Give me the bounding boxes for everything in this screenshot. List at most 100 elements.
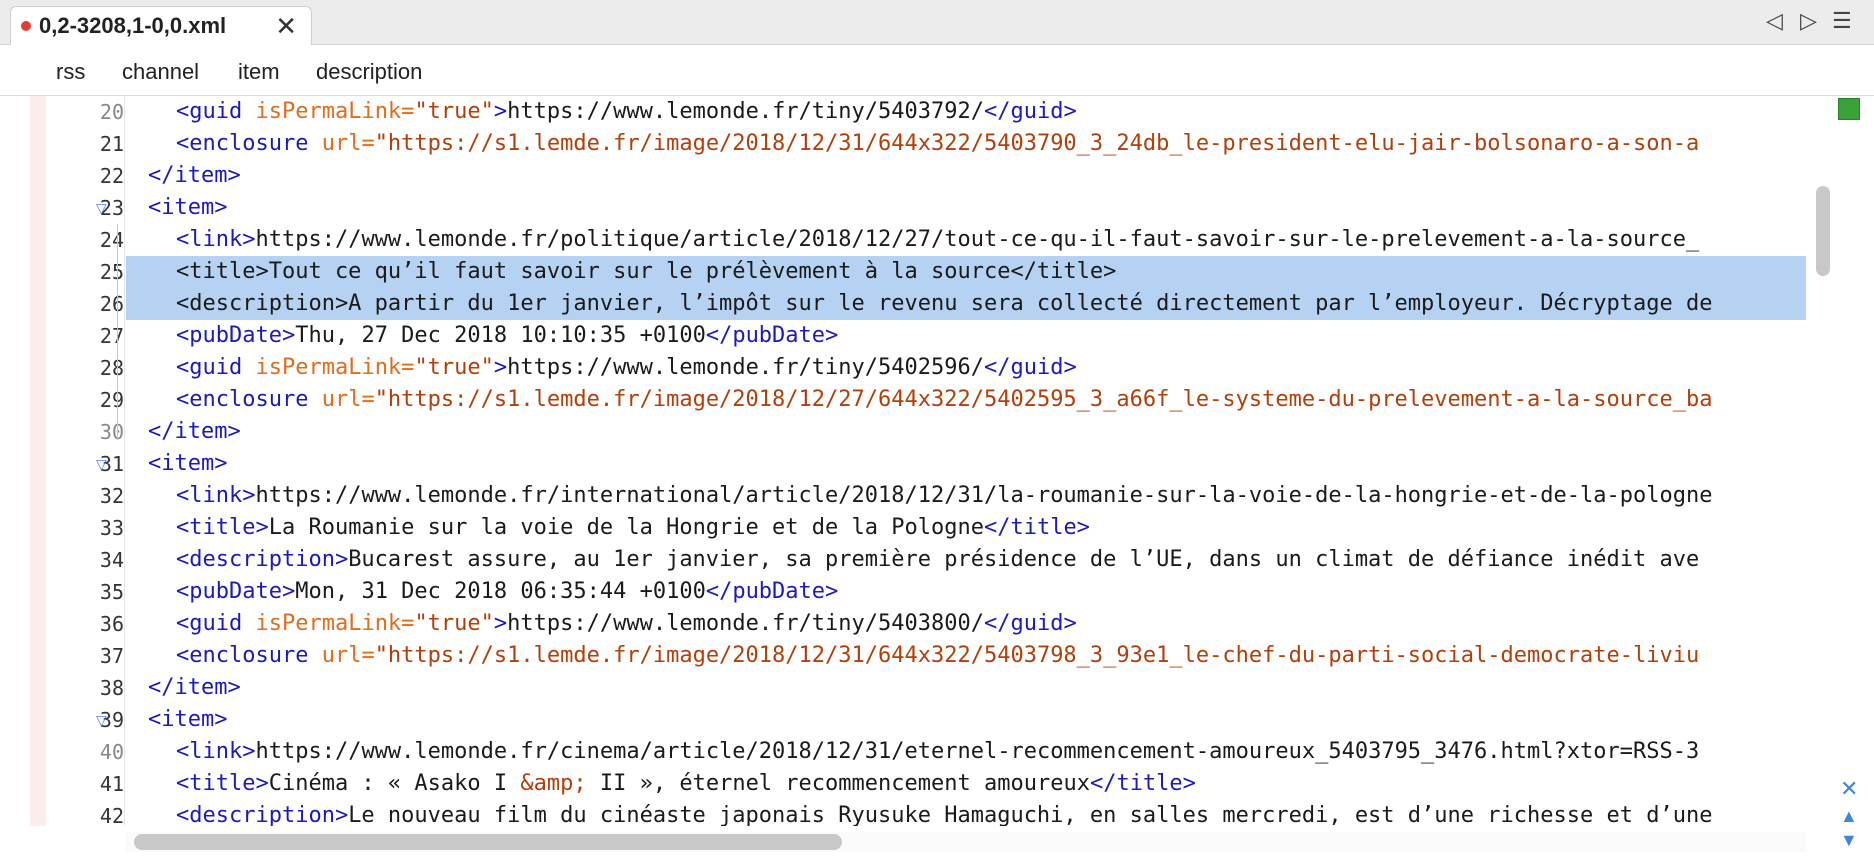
xml-tag: <guid [176,355,256,380]
xml-tag: </item> [148,163,241,188]
breadcrumb-description[interactable]: description [316,59,422,85]
line-number: 35 [99,580,124,604]
fold-toggle-icon[interactable]: ▽ [96,712,107,729]
xml-tag: <enclosure [176,643,322,668]
line-number: 20 [99,100,124,124]
line-number: 36 [99,612,124,636]
close-icon[interactable]: ✕ [275,11,297,42]
tab-bar: 0,2-3208,1-0,0.xml ✕ ◁ ▷ ☰ [0,0,1874,45]
code-line[interactable]: </item> [126,672,1806,704]
xml-text: La Roumanie sur la voie de la Hongrie et… [268,515,984,540]
xml-text: <title>Tout ce qu’il faut savoir sur le … [176,259,1117,284]
line-number: 29 [99,388,124,412]
xml-tag: </pubDate> [705,323,839,348]
line-number: 32 [99,484,124,508]
fold-toggle-icon[interactable]: ▽ [96,456,107,473]
code-line[interactable]: <title>Tout ce qu’il faut savoir sur le … [126,256,1806,288]
clear-markers-icon[interactable]: ✕ [1840,776,1858,802]
fold-toggle-icon[interactable]: ▽ [96,200,107,217]
xml-attribute: url= [321,643,375,668]
xml-text: https://www.lemonde.fr/tiny/5403792/ [507,99,984,124]
horizontal-scrollbar-thumb[interactable] [134,834,842,850]
xml-value: &amp; [520,771,587,796]
code-line[interactable]: <description>Bucarest assure, au 1er jan… [126,544,1806,576]
code-line[interactable]: <title>La Roumanie sur la voie de la Hon… [126,512,1806,544]
xml-tag: <pubDate> [176,579,296,604]
previous-marker-icon[interactable]: ▲ [1840,806,1858,827]
line-number: 38 [99,676,124,700]
code-line[interactable]: <item> [126,192,1806,224]
modified-dot-icon [21,21,31,31]
validation-ok-indicator[interactable] [1838,98,1860,120]
xml-attribute: url= [321,131,375,156]
code-line[interactable]: <guid isPermaLink="true">https://www.lem… [126,96,1806,128]
breadcrumb-rss[interactable]: rss [56,59,85,85]
code-line[interactable]: <description>A partir du 1er janvier, l’… [126,288,1806,320]
line-number: 21 [99,132,124,156]
line-number: 34 [99,548,124,572]
line-number: 25 [99,260,124,284]
fold-range-line [117,224,118,440]
previous-tab-icon[interactable]: ◁ [1766,8,1783,34]
xml-tag: </item> [148,419,241,444]
line-number: 40 [99,740,124,764]
xml-tag: </title> [983,515,1090,540]
code-line[interactable]: <pubDate>Thu, 27 Dec 2018 10:10:35 +0100… [126,320,1806,352]
line-number: 41 [99,772,124,796]
code-line[interactable]: </item> [126,160,1806,192]
xml-tag: </guid> [984,355,1077,380]
xml-value: "https://s1.lemde.fr/image/2018/12/27/64… [374,387,1713,412]
line-number: 33 [99,516,124,540]
xml-tag: <item> [148,451,228,476]
code-line[interactable]: <link>https://www.lemonde.fr/cinema/arti… [126,736,1806,768]
code-line[interactable]: <guid isPermaLink="true">https://www.lem… [126,608,1806,640]
xml-text: Bucarest assure, au 1er janvier, sa prem… [348,547,1700,572]
xml-tag: </item> [148,675,241,700]
xml-text: <description>A partir du 1er janvier, l’… [176,291,1713,316]
xml-tag: <link> [176,227,256,252]
tab-list-menu-icon[interactable]: ☰ [1832,8,1852,34]
xml-value: "true" [414,99,494,124]
xml-tag: </title> [1089,771,1196,796]
code-line[interactable]: </item> [126,416,1806,448]
line-number: 26 [99,292,124,316]
code-line[interactable]: <link>https://www.lemonde.fr/internation… [126,480,1806,512]
breadcrumb-channel[interactable]: channel [122,59,199,85]
breadcrumb-item[interactable]: item [238,59,280,85]
code-line[interactable]: <pubDate>Mon, 31 Dec 2018 06:35:44 +0100… [126,576,1806,608]
xml-tag: </guid> [984,611,1077,636]
xml-tag: </pubDate> [705,579,839,604]
xml-tag: <enclosure [176,387,322,412]
xml-tag: <pubDate> [176,323,296,348]
code-line[interactable]: <item> [126,704,1806,736]
next-tab-icon[interactable]: ▷ [1800,8,1817,34]
xml-text: https://www.lemonde.fr/international/art… [255,483,1713,508]
code-area[interactable]: <guid isPermaLink="true">https://www.lem… [126,96,1806,826]
next-marker-icon[interactable]: ▼ [1840,830,1858,851]
xml-tag: <title> [176,515,269,540]
xml-tag: <guid [176,611,256,636]
code-line[interactable]: <item> [126,448,1806,480]
xml-text: Thu, 27 Dec 2018 10:10:35 +0100 [295,323,706,348]
xml-value: "true" [414,611,494,636]
code-line[interactable]: <title>Cinéma : « Asako I &amp; II », ét… [126,768,1806,800]
line-number: 30 [99,420,124,444]
code-line[interactable]: <guid isPermaLink="true">https://www.lem… [126,352,1806,384]
line-number: 37 [99,644,124,668]
code-line[interactable]: <enclosure url="https://s1.lemde.fr/imag… [126,128,1806,160]
xml-editor[interactable]: 20 21 22 23 ▽ 24 25 26 27 28 29 30 31 ▽ 32 33 34 35 36 37 38… [0,96,1874,828]
xml-text: https://www.lemonde.fr/tiny/5403800/ [507,611,984,636]
vertical-scrollbar-thumb[interactable] [1816,186,1830,276]
xml-tag: <item> [148,707,228,732]
xml-tag: > [493,355,508,380]
xml-tag: <item> [148,195,228,220]
code-line[interactable]: <enclosure url="https://s1.lemde.fr/imag… [126,384,1806,416]
xml-text: Cinéma : « Asako I [268,771,521,796]
code-line[interactable]: <description>Le nouveau film du cinéaste… [126,800,1806,826]
xml-tag: <link> [176,483,256,508]
line-number: 27 [99,324,124,348]
tab-file[interactable]: 0,2-3208,1-0,0.xml ✕ [10,6,312,45]
code-line[interactable]: <link>https://www.lemonde.fr/politique/a… [126,224,1806,256]
code-line[interactable]: <enclosure url="https://s1.lemde.fr/imag… [126,640,1806,672]
xml-text: Le nouveau film du cinéaste japonais Ryu… [348,803,1713,826]
